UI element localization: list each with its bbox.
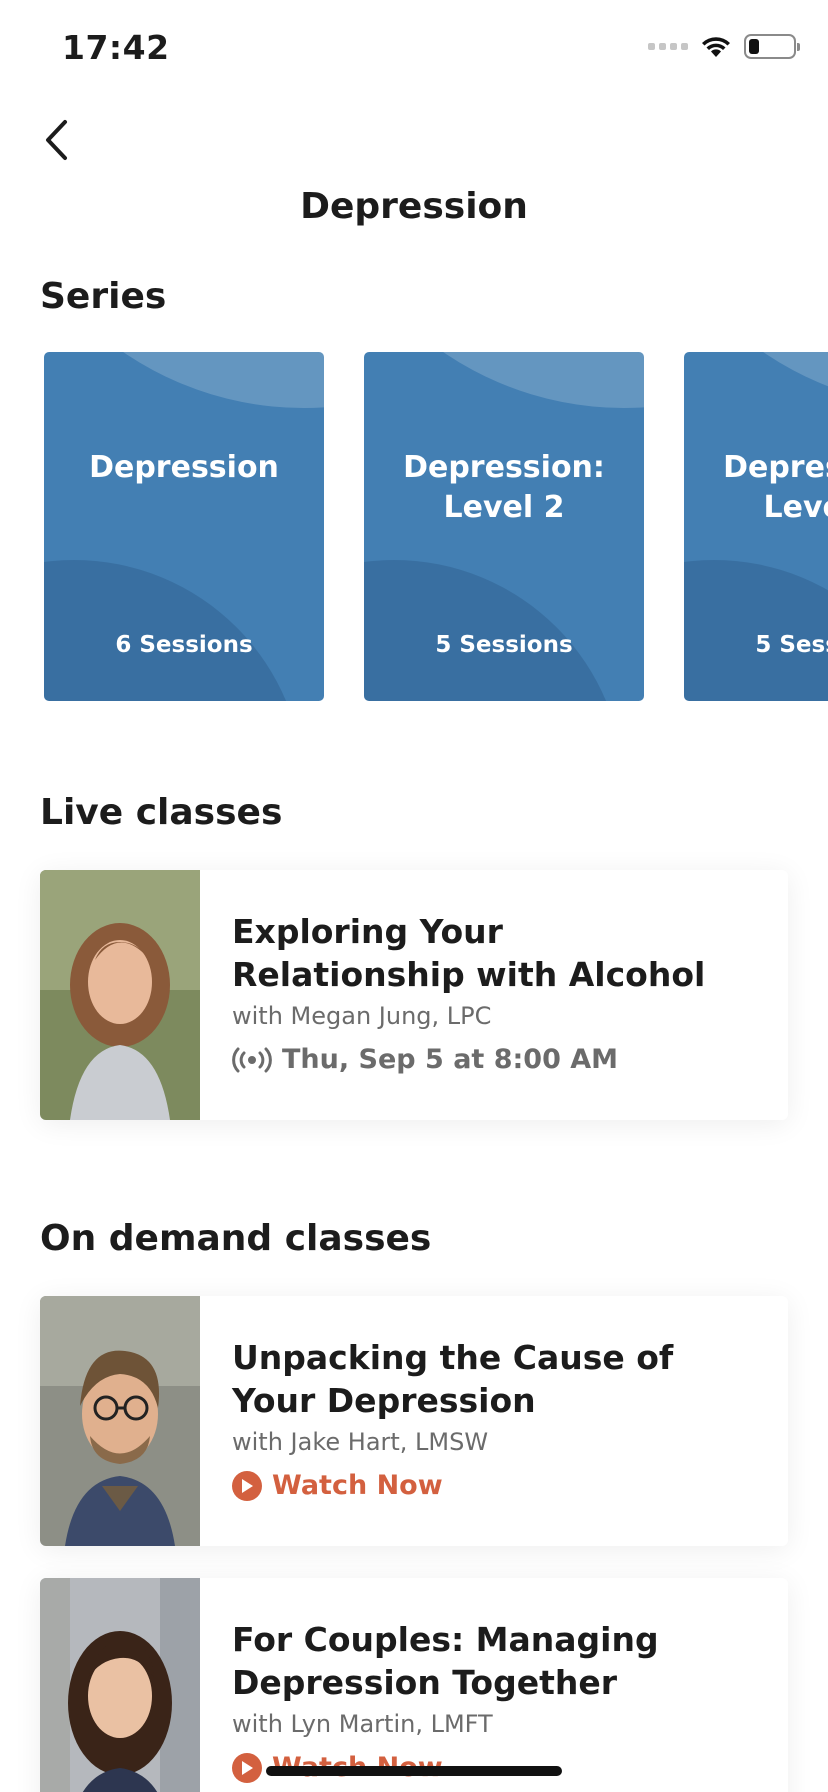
series-card-sessions: 5 Sessions bbox=[755, 632, 828, 658]
series-card-title: Depression: Level 3 bbox=[723, 450, 828, 525]
play-circle-icon bbox=[232, 1470, 262, 1501]
class-schedule: Thu, Sep 5 at 8:00 AM bbox=[232, 1044, 712, 1075]
instructor-photo bbox=[40, 870, 200, 1120]
class-host: with Lyn Martin, LMFT bbox=[232, 1710, 493, 1738]
battery-icon bbox=[744, 34, 800, 59]
class-title: Unpacking the Cause of Your Depression bbox=[232, 1338, 674, 1420]
watch-now-link[interactable]: Watch Now bbox=[232, 1470, 712, 1501]
broadcast-icon bbox=[232, 1047, 272, 1072]
series-card[interactable]: Depression: Level 3 5 Sessions bbox=[684, 352, 828, 701]
back-button[interactable] bbox=[36, 116, 76, 164]
page-title: Depression bbox=[300, 186, 528, 227]
series-carousel[interactable]: Depression 6 Sessions Depression: Level … bbox=[44, 352, 828, 701]
on-demand-class-card[interactable]: Unpacking the Cause of Your Depression w… bbox=[40, 1296, 788, 1546]
home-indicator bbox=[266, 1766, 562, 1776]
series-card[interactable]: Depression 6 Sessions bbox=[44, 352, 324, 701]
live-classes-section-title: Live classes bbox=[40, 792, 283, 833]
series-card-sessions: 6 Sessions bbox=[115, 632, 253, 658]
status-time: 17:42 bbox=[62, 28, 170, 67]
class-time: Thu, Sep 5 at 8:00 AM bbox=[282, 1044, 619, 1075]
cellular-signal-icon bbox=[648, 43, 688, 50]
on-demand-section-title: On demand classes bbox=[40, 1218, 432, 1259]
wifi-icon bbox=[702, 36, 730, 57]
play-circle-icon bbox=[232, 1752, 262, 1783]
status-icons bbox=[648, 34, 800, 59]
instructor-photo bbox=[40, 1578, 200, 1792]
class-host: with Megan Jung, LPC bbox=[232, 1002, 492, 1030]
class-host: with Jake Hart, LMSW bbox=[232, 1428, 489, 1456]
series-section-title: Series bbox=[40, 276, 167, 317]
live-class-card[interactable]: Exploring Your Relationship with Alcohol… bbox=[40, 870, 788, 1120]
chevron-left-icon bbox=[46, 120, 67, 160]
series-card[interactable]: Depression: Level 2 5 Sessions bbox=[364, 352, 644, 701]
series-card-sessions: 5 Sessions bbox=[435, 632, 573, 658]
on-demand-class-card[interactable]: For Couples: Managing Depression Togethe… bbox=[40, 1578, 788, 1792]
class-title: For Couples: Managing Depression Togethe… bbox=[232, 1620, 659, 1702]
instructor-photo bbox=[40, 1296, 200, 1546]
class-title: Exploring Your Relationship with Alcohol bbox=[232, 912, 706, 994]
series-card-title: Depression bbox=[89, 450, 279, 485]
screen: 17:42 Depression Series Depression 6 Ses… bbox=[0, 0, 828, 1792]
series-card-title: Depression: Level 2 bbox=[403, 450, 605, 525]
watch-now-label: Watch Now bbox=[272, 1470, 443, 1501]
